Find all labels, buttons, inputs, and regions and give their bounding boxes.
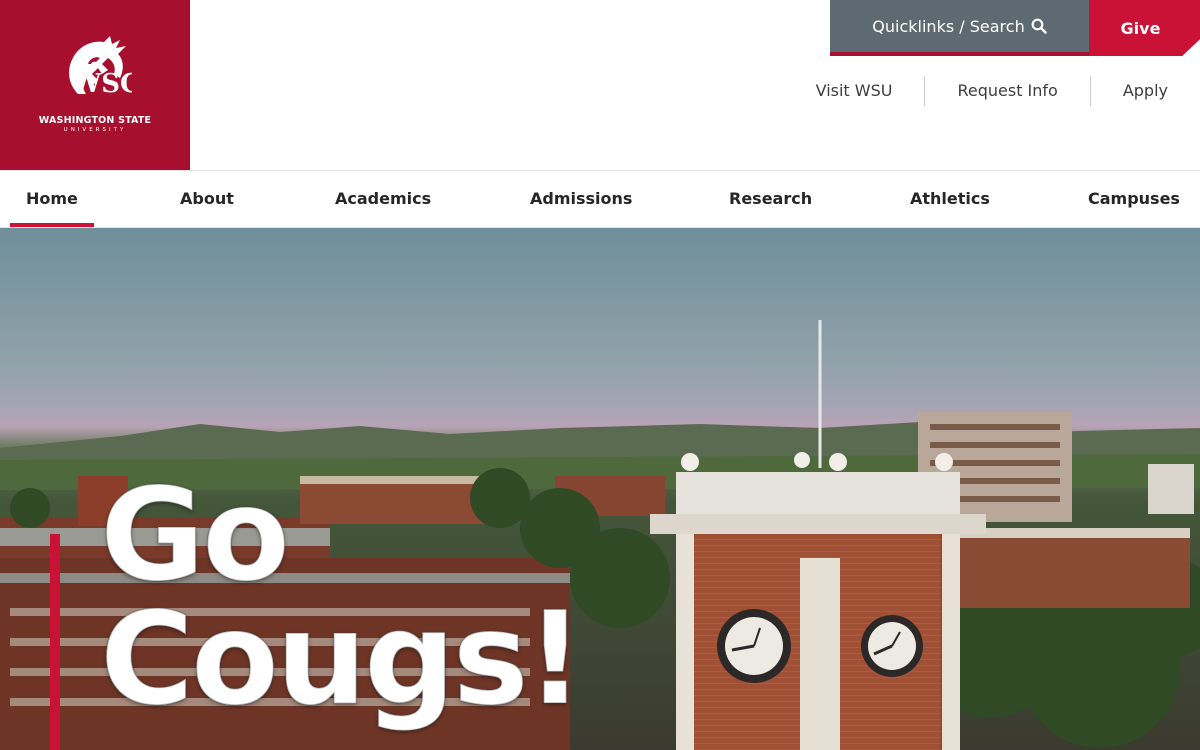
quicklinks-search-button[interactable]: Quicklinks / Search — [830, 0, 1089, 56]
hero-banner: Go Cougs! — [0, 228, 1200, 750]
nav-item-campuses[interactable]: Campuses — [1088, 171, 1180, 227]
utility-nav: Visit WSU Request Info Apply — [784, 76, 1200, 106]
utility-link-apply[interactable]: Apply — [1089, 76, 1200, 106]
hero-headline-line-1: Go — [99, 461, 291, 610]
logo-wordmark: WASHINGTON STATE — [38, 115, 152, 126]
give-button[interactable]: Give — [1089, 0, 1200, 56]
hero-headline: Go Cougs! — [99, 461, 585, 734]
nav-item-admissions[interactable]: Admissions — [530, 171, 632, 227]
hero-headline-line-2: Cougs! — [99, 585, 585, 734]
hero-accent-bar — [50, 534, 60, 750]
nav-item-athletics[interactable]: Athletics — [910, 171, 990, 227]
cougar-head-logo-icon: WSC — [69, 36, 132, 99]
logo-subtitle: UNIVERSITY — [63, 126, 127, 133]
svg-text:WSC: WSC — [71, 69, 132, 99]
search-icon — [1031, 18, 1047, 34]
main-nav: Home About Academics Admissions Research… — [0, 170, 1200, 228]
utility-link-request-info[interactable]: Request Info — [924, 76, 1089, 106]
quicklinks-search-label: Quicklinks / Search — [872, 16, 1025, 36]
nav-item-home[interactable]: Home — [10, 171, 94, 227]
nav-item-research[interactable]: Research — [729, 171, 812, 227]
nav-item-academics[interactable]: Academics — [335, 171, 431, 227]
wsu-logo-link[interactable]: WSC WASHINGTON STATE UNIVERSITY — [0, 0, 190, 170]
utility-link-visit-wsu[interactable]: Visit WSU — [784, 76, 925, 106]
nav-item-about[interactable]: About — [180, 171, 234, 227]
give-button-label: Give — [1120, 18, 1161, 38]
